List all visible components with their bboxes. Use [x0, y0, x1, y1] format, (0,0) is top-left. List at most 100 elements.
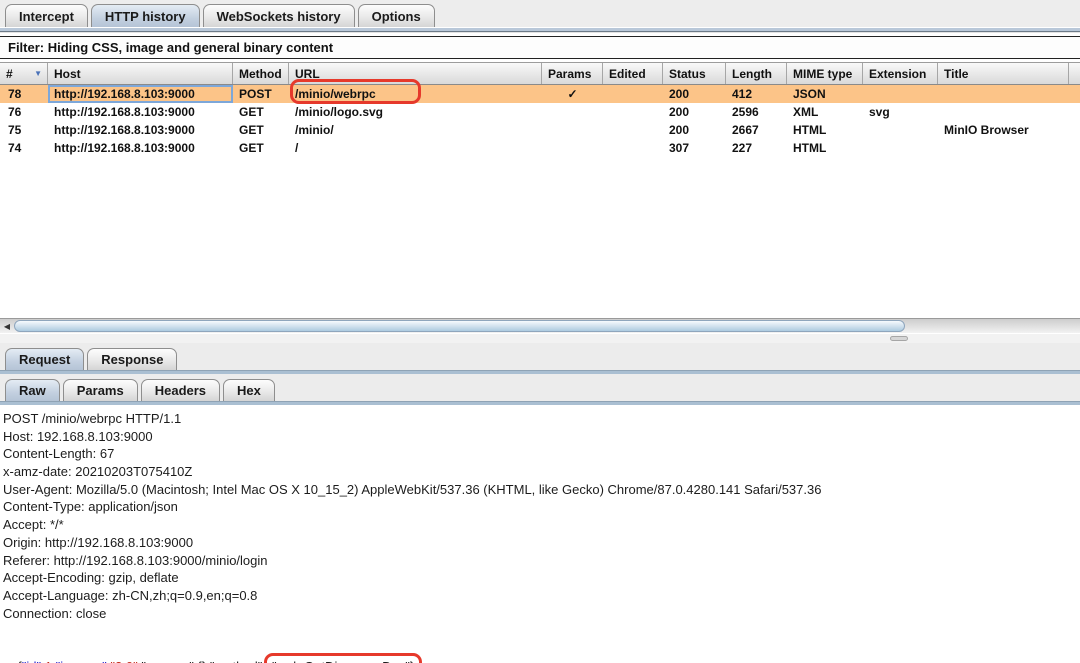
column-header-method[interactable]: Method [233, 63, 289, 84]
horizontal-scrollbar[interactable]: ◀ [0, 318, 1080, 333]
cell-extension [863, 85, 938, 103]
request-line: Referer: http://192.168.8.103:9000/minio… [3, 552, 1080, 570]
cell-status: 200 [663, 85, 726, 103]
table-row[interactable]: 78 http://192.168.8.103:9000 POST /minio… [0, 85, 1080, 103]
request-line: Connection: close [3, 605, 1080, 623]
tab-params[interactable]: Params [63, 379, 138, 401]
scroll-left-arrow-icon[interactable]: ◀ [0, 319, 14, 333]
tab-hex[interactable]: Hex [223, 379, 275, 401]
cell-title: MinIO Browser [938, 121, 1069, 139]
table-row[interactable]: 75 http://192.168.8.103:9000 GET /minio/… [0, 121, 1080, 139]
cell-url: /minio/ [289, 121, 542, 139]
tab-headers[interactable]: Headers [141, 379, 220, 401]
request-line: Accept-Language: zh-CN,zh;q=0.9,en;q=0.8 [3, 587, 1080, 605]
cell-edited [603, 85, 663, 103]
raw-request-viewer[interactable]: POST /minio/webrpc HTTP/1.1 Host: 192.16… [0, 405, 1080, 658]
cell-method: GET [233, 139, 289, 157]
tool-tab-bar: Intercept HTTP history WebSockets histor… [0, 0, 1080, 27]
tab-http-history[interactable]: HTTP history [91, 4, 200, 27]
table-row[interactable]: 74 http://192.168.8.103:9000 GET / 307 2… [0, 139, 1080, 157]
column-header-num-label: # [6, 67, 13, 81]
cell-params-check [542, 139, 603, 157]
cell-method: GET [233, 103, 289, 121]
cell-title [938, 103, 1069, 121]
request-line: Accept-Encoding: gzip, deflate [3, 569, 1080, 587]
cell-method: POST [233, 85, 289, 103]
column-header-host[interactable]: Host [48, 63, 233, 84]
request-line: x-amz-date: 20210203T075410Z [3, 463, 1080, 481]
scrollbar-thumb[interactable] [14, 320, 905, 332]
cell-edited [603, 139, 663, 157]
split-divider[interactable] [0, 333, 1080, 343]
tab-request[interactable]: Request [5, 348, 84, 370]
json-key-token: "jsonrpc" [56, 659, 107, 663]
cell-mime-type: XML [787, 103, 863, 121]
column-header-length[interactable]: Length [726, 63, 787, 84]
cell-method: GET [233, 121, 289, 139]
request-line: Origin: http://192.168.8.103:9000 [3, 534, 1080, 552]
red-annotation-box-method: "web.GetDiscoveryDoc"} [264, 653, 422, 663]
cell-url: /minio/logo.svg [289, 103, 542, 121]
request-line: Content-Length: 67 [3, 445, 1080, 463]
cell-length: 2667 [726, 121, 787, 139]
table-empty-area [0, 157, 1080, 318]
cell-status: 200 [663, 103, 726, 121]
request-line: Accept: */* [3, 516, 1080, 534]
column-header-params[interactable]: Params [542, 63, 603, 84]
column-header-mime-type[interactable]: MIME type [787, 63, 863, 84]
column-header-filler [1069, 63, 1080, 84]
column-header-extension[interactable]: Extension [863, 63, 938, 84]
cell-filler [1069, 139, 1080, 157]
view-tab-bar: Raw Params Headers Hex [0, 374, 1080, 401]
cell-extension [863, 121, 938, 139]
column-header-title[interactable]: Title [938, 63, 1069, 84]
message-tab-bar: Request Response [0, 343, 1080, 370]
cell-params-check [542, 121, 603, 139]
cell-edited [603, 121, 663, 139]
filter-bar[interactable]: Filter: Hiding CSS, image and general bi… [0, 36, 1080, 59]
request-blank-line [3, 622, 1080, 640]
history-table-body: 78 http://192.168.8.103:9000 POST /minio… [0, 85, 1080, 157]
cell-host: http://192.168.8.103:9000 [48, 103, 233, 121]
json-value-token: 1 [45, 659, 52, 663]
tab-bar-divider [0, 27, 1080, 33]
cell-status: 307 [663, 139, 726, 157]
cell-filler [1069, 103, 1080, 121]
cell-mime-type: HTML [787, 121, 863, 139]
cell-title [938, 85, 1069, 103]
cell-edited [603, 103, 663, 121]
cell-num: 75 [0, 121, 48, 139]
column-header-edited[interactable]: Edited [603, 63, 663, 84]
json-value-token: "2.0" [110, 659, 137, 663]
request-line: User-Agent: Mozilla/5.0 (Macintosh; Inte… [3, 481, 1080, 499]
tab-websockets-history[interactable]: WebSockets history [203, 4, 355, 27]
column-header-status[interactable]: Status [663, 63, 726, 84]
column-header-num[interactable]: # ▼ [0, 63, 48, 84]
cell-extension: svg [863, 103, 938, 121]
cell-length: 2596 [726, 103, 787, 121]
cell-mime-type: HTML [787, 139, 863, 157]
cell-status: 200 [663, 121, 726, 139]
cell-filler [1069, 121, 1080, 139]
history-table-header: # ▼ Host Method URL Params Edited Status… [0, 62, 1080, 85]
cell-length: 412 [726, 85, 787, 103]
cell-params-check [542, 103, 603, 121]
column-header-url[interactable]: URL [289, 63, 542, 84]
cell-title [938, 139, 1069, 157]
divider-grip-handle[interactable] [890, 336, 908, 341]
tab-raw[interactable]: Raw [5, 379, 60, 401]
tab-options[interactable]: Options [358, 4, 435, 27]
request-line: POST /minio/webrpc HTTP/1.1 [3, 410, 1080, 428]
cell-host: http://192.168.8.103:9000 [48, 121, 233, 139]
cell-filler [1069, 85, 1080, 103]
table-row[interactable]: 76 http://192.168.8.103:9000 GET /minio/… [0, 103, 1080, 121]
cell-mime-type: JSON [787, 85, 863, 103]
request-body-line: {"id":1,"jsonrpc":"2.0","params":{},"met… [3, 640, 1080, 658]
cell-url: /minio/webrpc [289, 85, 542, 103]
cell-num: 76 [0, 103, 48, 121]
request-line: Host: 192.168.8.103:9000 [3, 428, 1080, 446]
json-key-token: "id" [22, 659, 41, 663]
tab-intercept[interactable]: Intercept [5, 4, 88, 27]
tab-response[interactable]: Response [87, 348, 177, 370]
cell-host: http://192.168.8.103:9000 [48, 85, 233, 103]
